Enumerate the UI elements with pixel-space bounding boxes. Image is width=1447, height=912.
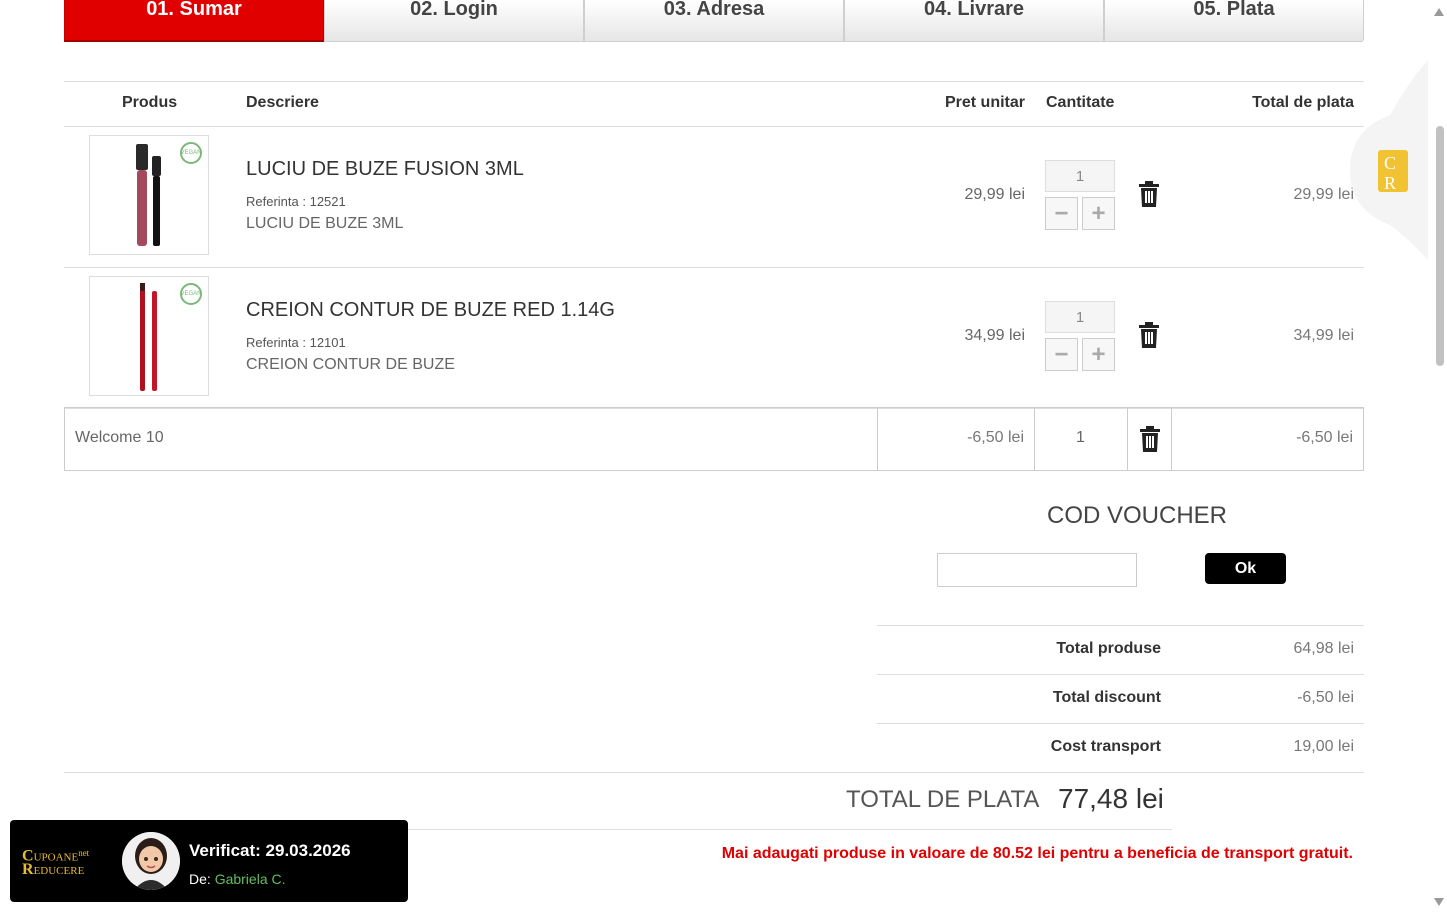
summary-discount-row: Total discount -6,50 lei [877,674,1364,723]
logo-letter: R [1384,173,1396,193]
increase-quantity-button[interactable]: + [1082,197,1115,230]
summary-label: Total produse [1056,640,1161,657]
row-total: 34,99 lei [1293,327,1355,344]
header-unit-price: Pret unitar [944,94,1025,111]
side-coupon-widget[interactable]: C R [1350,60,1428,260]
summary-value: -6,50 lei [1297,689,1354,706]
product-title[interactable]: LUCIU DE BUZE FUSION 3ML [246,158,524,181]
cart-table: Produs Descriere Pret unitar Cantitate T… [64,81,1364,409]
discount-name-cell: Welcome 10 [65,408,878,470]
header-product: Produs [122,94,178,111]
row-total: 29,99 lei [1293,186,1355,203]
divider [408,829,1172,830]
voucher-input[interactable] [937,553,1137,587]
product-image[interactable]: VEGAN [89,135,209,255]
summary-label: Total discount [1052,689,1161,706]
header-total: Total de plata [1252,94,1354,111]
discount-total: -6,50 lei [1296,429,1353,446]
quantity-input[interactable]: 1 [1045,301,1115,333]
step-adresa[interactable]: 03. Adresa [584,0,844,42]
logo-text: EDUCERE [33,864,85,877]
trash-icon[interactable] [1137,322,1161,348]
step-label: 05. Plata [1193,0,1275,20]
header-description: Descriere [246,94,319,111]
decrease-quantity-button[interactable]: − [1045,338,1078,371]
table-row: VEGAN CREION CONTUR DE BUZE RED 1.14G Re… [64,268,1364,409]
step-label: 01. Sumar [146,0,242,20]
summary-label: Cost transport [1050,738,1161,755]
verified-by: De: Gabriela C. [189,871,286,887]
summary-products-row: Total produse 64,98 lei [877,625,1364,674]
grand-total-label: TOTAL DE PLATA [846,786,1040,813]
scroll-down-icon[interactable] [1434,898,1444,906]
verified-date: Verificat: 29.03.2026 [189,841,351,860]
verified-by-label: De: [189,871,211,887]
product-description: CREION CONTUR DE BUZE [246,356,455,373]
product-reference: Referinta : 12521 [246,194,346,209]
step-login[interactable]: 02. Login [324,0,584,42]
plus-icon: + [1091,340,1106,368]
step-label: 04. Livrare [923,0,1025,20]
decrease-quantity-button[interactable]: − [1045,197,1078,230]
page-scrollbar[interactable] [1431,0,1447,912]
divider [64,772,1364,773]
table-header: Produs Descriere Pret unitar Cantitate T… [64,81,1364,127]
header-quantity: Cantitate [1046,94,1115,111]
grand-total-value: 77,48 lei [1058,783,1164,814]
avatar-illustration-icon [122,832,180,890]
voucher-title: COD VOUCHER [1047,502,1228,529]
table-row: VEGAN LUCIU DE BUZE FUSION 3ML Referinta… [64,127,1364,268]
logo-text: UPOANE [33,851,79,864]
logo-letter: C [1384,153,1396,173]
vegan-badge-icon: VEGAN [180,142,202,164]
summary-value: 64,98 lei [1293,640,1355,657]
step-label: 03. Adresa [663,0,765,20]
step-plata[interactable]: 05. Plata [1104,0,1364,42]
step-label: 02. Login [410,0,498,20]
summary-value: 19,00 lei [1293,738,1355,755]
discount-price: -6,50 lei [967,429,1024,446]
discount-name: Welcome 10 [75,429,164,446]
minus-icon: − [1054,340,1069,368]
voucher-ok-button[interactable]: Ok [1205,553,1286,584]
vegan-badge-icon: VEGAN [180,283,202,305]
discount-price-cell: -6,50 lei [878,408,1035,470]
product-image[interactable]: VEGAN [89,276,209,396]
step-sumar[interactable]: 01. Sumar [64,0,324,42]
trash-icon[interactable] [1137,181,1161,207]
discount-qty-cell: 1 [1035,408,1128,470]
verified-by-name: Gabriela C. [214,871,286,887]
avatar [122,832,180,890]
quantity-input[interactable]: 1 [1045,160,1115,192]
logo-letter: R [22,860,34,878]
unit-price: 34,99 lei [964,327,1026,344]
logo-text: net [78,848,90,858]
trash-icon[interactable] [1138,426,1162,452]
checkout-steps: 01. Sumar 02. Login 03. Adresa 04. Livra… [64,0,1364,43]
product-title[interactable]: CREION CONTUR DE BUZE RED 1.14G [246,299,615,322]
unit-price: 29,99 lei [964,186,1026,203]
summary-transport-row: Cost transport 19,00 lei [877,723,1364,772]
cupoane-reducere-logo: CUPOANEnet REDUCERE [22,848,89,877]
minus-icon: − [1054,199,1069,227]
discount-row: Welcome 10 -6,50 lei 1 -6,50 lei [64,407,1364,471]
plus-icon: + [1091,199,1106,227]
discount-qty: 1 [1076,429,1085,446]
scroll-up-icon[interactable] [1434,8,1444,16]
product-reference: Referinta : 12101 [246,335,346,350]
discount-remove-cell [1128,408,1172,470]
free-transport-message: Mai adaugati produse in valoare de 80.52… [721,845,1353,862]
step-livrare[interactable]: 04. Livrare [844,0,1104,42]
verified-coupon-popup[interactable]: CUPOANEnet REDUCERE Verificat: 29.03.202… [10,820,408,902]
scrollbar-thumb[interactable] [1436,126,1444,366]
increase-quantity-button[interactable]: + [1082,338,1115,371]
product-description: LUCIU DE BUZE 3ML [246,215,404,232]
